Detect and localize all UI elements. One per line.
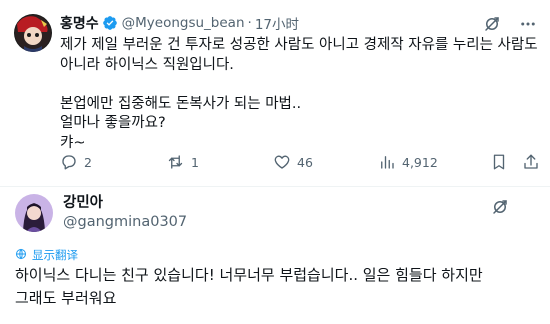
views-button[interactable]: 4,912: [378, 153, 438, 171]
tweet-top-icons: [482, 14, 538, 34]
timestamp[interactable]: 17小时: [255, 13, 299, 33]
bookmark-button[interactable]: [490, 153, 508, 171]
view-count: 4,912: [402, 154, 438, 170]
retweet-button[interactable]: 1: [166, 153, 199, 171]
share-icon: [522, 153, 540, 171]
more-icon[interactable]: [518, 14, 538, 34]
handle[interactable]: @Myeongsu_bean: [122, 15, 245, 31]
like-button[interactable]: 46: [273, 153, 313, 171]
grok-icon[interactable]: [490, 197, 510, 217]
bookmark-icon: [490, 153, 508, 171]
views-icon: [378, 153, 396, 171]
retweet-icon: [166, 153, 185, 171]
retweet-count: 1: [191, 154, 199, 170]
avatar[interactable]: [15, 194, 53, 232]
tweet-text-line: 캬~: [60, 134, 86, 151]
translate-label: 显示翻译: [32, 248, 78, 262]
tweet-text-line: 제가 제일 부러운 건 투자로 성공한 사람도 아니고 경제작 자유를 누리는 …: [60, 37, 538, 53]
reply-header: 강민아 @gangmina0307: [63, 194, 187, 232]
tweet-actions: 2 1 46 4,912: [60, 153, 538, 175]
reply-count: 2: [84, 154, 92, 170]
tweet-text: 제가 제일 부러운 건 투자로 성공한 사람도 아니고 경제작 자유를 누리는 …: [60, 36, 540, 153]
grok-icon[interactable]: [482, 14, 502, 34]
divider: [0, 186, 550, 187]
like-count: 46: [297, 154, 313, 170]
like-icon: [273, 153, 291, 171]
tweet-text-line: 얼마나 좋을까요?: [60, 115, 166, 131]
display-name[interactable]: 강민아: [63, 194, 187, 212]
globe-icon: [15, 248, 27, 263]
tweet-text-line: 아니라 하이닉스 직원입니다.: [60, 56, 234, 73]
reply-text-line: 그래도 부러워요: [15, 289, 117, 307]
reply-icon: [60, 153, 78, 171]
reply-text-line: 하이닉스 다니는 친구 있습니다! 너무너무 부럽습니다.. 일은 힘들다 하지…: [15, 266, 483, 284]
display-name[interactable]: 홍명수: [60, 13, 99, 33]
main-tweet[interactable]: 홍명수 @Myeongsu_bean · 17小时 제가 제일 부러운 건 투자…: [0, 0, 550, 187]
show-translation-link[interactable]: 显示翻译: [15, 247, 78, 263]
tweet-text-line: 본업에만 집중해도 돈복사가 되는 마법..: [60, 95, 302, 112]
handle[interactable]: @gangmina0307: [63, 212, 187, 232]
verified-badge-icon: [102, 15, 118, 31]
reply-text: 하이닉스 다니는 친구 있습니다! 너무너무 부럽습니다.. 일은 힘들다 하지…: [15, 264, 540, 310]
separator-dot: ·: [247, 15, 252, 31]
tweet-header: 홍명수 @Myeongsu_bean · 17小时: [60, 12, 299, 34]
reply-button[interactable]: 2: [60, 153, 92, 171]
avatar[interactable]: [14, 14, 52, 52]
share-button[interactable]: [522, 153, 540, 171]
